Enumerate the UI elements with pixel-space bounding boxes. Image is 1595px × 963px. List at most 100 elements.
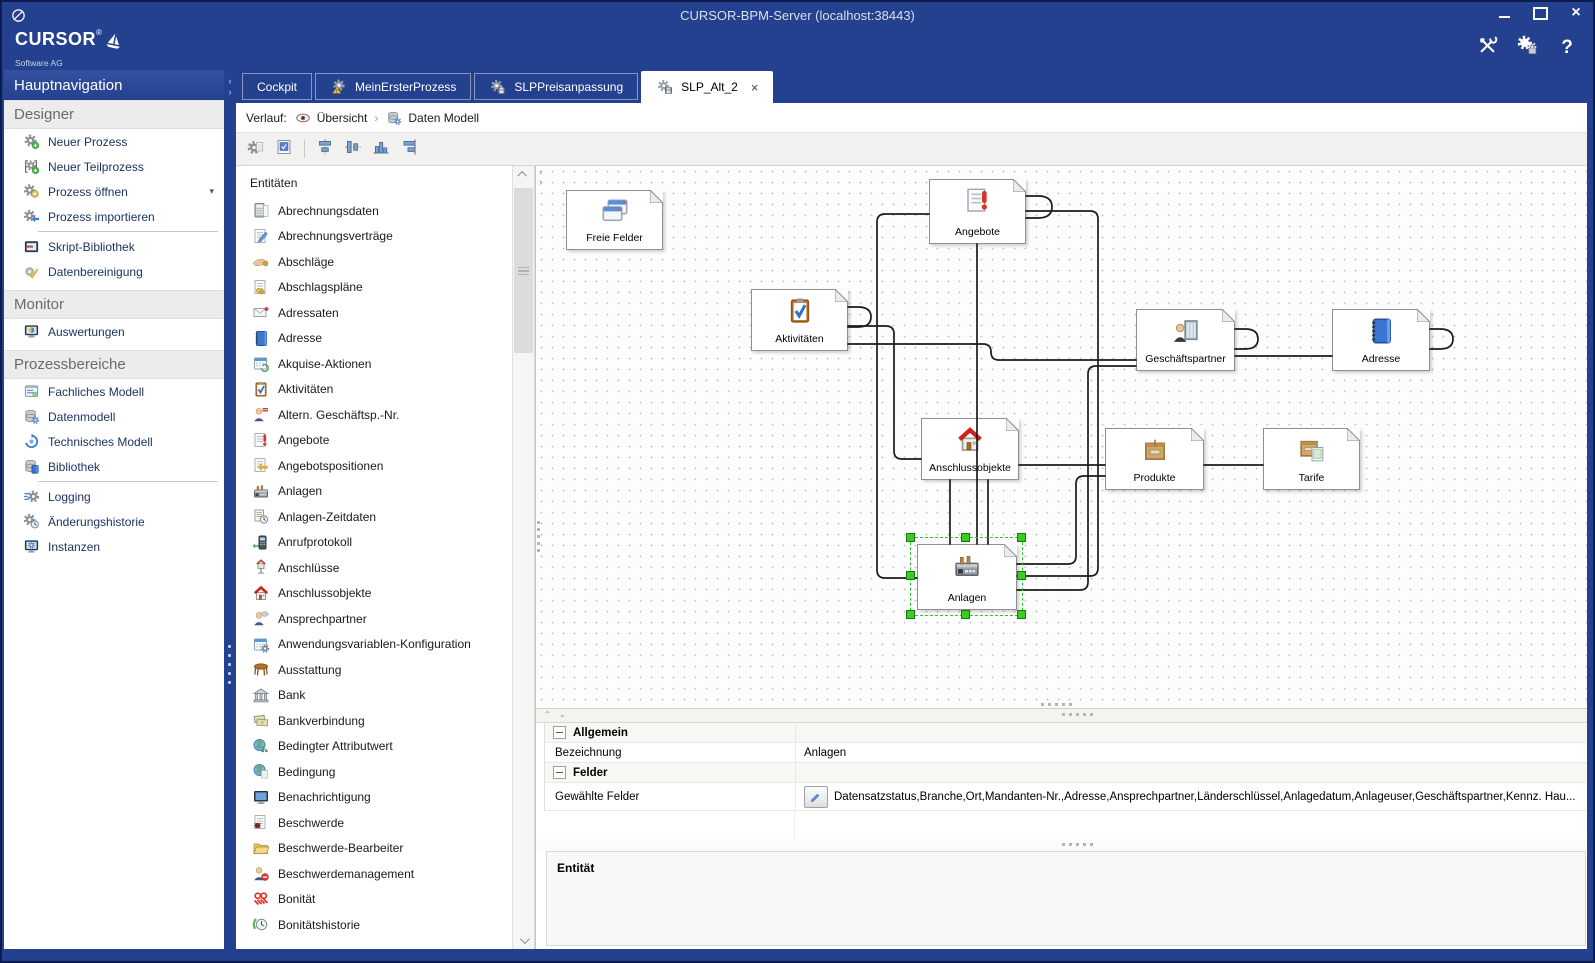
sidebar-item-prozess-öffnen[interactable]: Prozess öffnen▾: [4, 179, 224, 204]
entity-item-altern-geschäftsp-nr[interactable]: Altern. Geschäftsp.-Nr.: [236, 402, 512, 428]
sidebar-item-datenmodell[interactable]: Datenmodell: [4, 404, 224, 429]
entity-item-adressaten[interactable]: Adressaten: [236, 300, 512, 326]
entity-item-anschlussobjekte[interactable]: Anschlussobjekte: [236, 581, 512, 607]
sidebar-splitter[interactable]: ‹›: [224, 70, 236, 949]
node-adresse[interactable]: Adresse: [1332, 309, 1430, 371]
property-value-cell[interactable]: Datensatzstatus,Branche,Ort,Mandanten-Nr…: [796, 786, 1587, 808]
sidebar-item-auswertungen[interactable]: Auswertungen: [4, 319, 224, 344]
export-document-button[interactable]: [272, 137, 296, 161]
settings-button[interactable]: [1475, 36, 1499, 60]
property-value-cell[interactable]: Anlagen: [796, 747, 1587, 759]
entity-item-bonität[interactable]: Bonität: [236, 887, 512, 913]
node-tarife[interactable]: Tarife: [1263, 428, 1360, 490]
properties-splitter[interactable]: ⌃ ⌄: [536, 708, 1587, 723]
selection-handle[interactable]: [961, 533, 970, 542]
selection-handle[interactable]: [961, 610, 970, 619]
entity-item-abrechnungsdaten[interactable]: Abrechnungsdaten: [236, 198, 512, 224]
selection-handle[interactable]: [906, 610, 915, 619]
tab-slppreisanpassung[interactable]: SLPPreisanpassung: [474, 73, 638, 100]
maximize-button[interactable]: [1529, 4, 1551, 22]
entity-item-akquise-aktionen[interactable]: Akquise-Aktionen: [236, 351, 512, 377]
tab-slp-alt-2[interactable]: SLP_Alt_2×: [641, 71, 773, 103]
node-anschlussobjekte[interactable]: Anschlussobjekte: [921, 418, 1019, 480]
sidebar-item-änderungshistorie[interactable]: Änderungshistorie: [4, 509, 224, 534]
entity-item-ansprechpartner[interactable]: Ansprechpartner: [236, 606, 512, 632]
collapse-icon[interactable]: [553, 726, 566, 739]
entity-item-beschwerde-bearbeiter[interactable]: Beschwerde-Bearbeiter: [236, 836, 512, 862]
entity-item-aktivitäten[interactable]: Aktivitäten: [236, 377, 512, 403]
sidebar-item-bibliothek[interactable]: Bibliothek: [4, 454, 224, 479]
entity-item-benachrichtigung[interactable]: Benachrichtigung: [236, 785, 512, 811]
selection-handle[interactable]: [1017, 610, 1026, 619]
sidebar-item-logging[interactable]: Logging: [4, 484, 224, 509]
breadcrumb-item-daten-modell[interactable]: Daten Modell: [385, 109, 479, 127]
scroll-down-icon[interactable]: [513, 932, 534, 949]
bottom-splitter[interactable]: [536, 839, 1587, 851]
entity-item-bedingung[interactable]: Bedingung: [236, 759, 512, 785]
node-anlagen[interactable]: Anlagen: [917, 544, 1017, 610]
entity-item-anrufprotokoll[interactable]: Anrufprotokoll: [236, 530, 512, 556]
entity-item-abrechnungsverträge[interactable]: Abrechnungsverträge: [236, 224, 512, 250]
selection-handle[interactable]: [906, 571, 915, 580]
entity-item-adresse[interactable]: Adresse: [236, 326, 512, 352]
entity-item-anlagen[interactable]: Anlagen: [236, 479, 512, 505]
dropdown-caret-icon[interactable]: ▾: [209, 186, 214, 197]
entity-item-beschwerdemanagement[interactable]: Beschwerdemanagement: [236, 861, 512, 887]
sidebar-item-technisches-modell[interactable]: Technisches Modell: [4, 429, 224, 454]
sidebar-item-skript-bibliothek[interactable]: Skript-Bibliothek: [4, 234, 224, 259]
align-bottom-button[interactable]: [369, 137, 393, 161]
tab-close-icon[interactable]: ×: [751, 80, 759, 95]
align-center-vertical-button[interactable]: [313, 137, 337, 161]
collapse-chevrons-icon[interactable]: ‹›: [225, 76, 235, 98]
node-angebote[interactable]: Angebote: [929, 179, 1026, 244]
entity-item-bank[interactable]: Bank: [236, 683, 512, 709]
splitter-grip-icon[interactable]: [228, 645, 231, 684]
canvas-left-grip-icon[interactable]: [537, 521, 540, 552]
align-center-horizontal-button[interactable]: [341, 137, 365, 161]
panel-collapse-icon[interactable]: ‹›: [539, 168, 542, 188]
entity-item-angebote[interactable]: Angebote: [236, 428, 512, 454]
entity-item-bankverbindung[interactable]: Bankverbindung: [236, 708, 512, 734]
sidebar-item-neuer-prozess[interactable]: Neuer Prozess: [4, 129, 224, 154]
align-right-button[interactable]: [397, 137, 421, 161]
entity-item-bonitätshistorie[interactable]: Bonitätshistorie: [236, 912, 512, 938]
entity-item-anwendungsvariablen-konfiguration[interactable]: Anwendungsvariablen-Konfiguration: [236, 632, 512, 658]
canvas-bottom-grip-icon[interactable]: [1041, 703, 1072, 706]
edit-fields-button[interactable]: [804, 786, 828, 808]
entity-item-ausstattung[interactable]: Ausstattung: [236, 657, 512, 683]
entity-item-abschlagspläne[interactable]: Abschlagspläne: [236, 275, 512, 301]
diagram-canvas[interactable]: ‹› Freie Felder Angebote Aktivitäten Geschä…: [536, 166, 1587, 708]
scrollbar-thumb[interactable]: [514, 188, 533, 353]
close-button[interactable]: ×: [1565, 4, 1587, 22]
collapse-icon[interactable]: [553, 766, 566, 779]
node-aktivitaeten[interactable]: Aktivitäten: [751, 289, 848, 351]
node-produkte[interactable]: Produkte: [1105, 428, 1204, 490]
scroll-up-icon[interactable]: [513, 166, 534, 183]
tab-cockpit[interactable]: Cockpit: [242, 73, 312, 100]
process-settings-button[interactable]: [244, 137, 268, 161]
sidebar-item-instanzen[interactable]: Instanzen: [4, 534, 224, 559]
selection-handle[interactable]: [906, 533, 915, 542]
entity-item-beschwerde[interactable]: Beschwerde: [236, 810, 512, 836]
splitter-arrows-icon[interactable]: ⌃ ⌄: [544, 710, 569, 719]
node-freie-felder[interactable]: Freie Felder: [566, 190, 663, 250]
entity-item-angebotspositionen[interactable]: Angebotspositionen: [236, 453, 512, 479]
selection-handle[interactable]: [1017, 533, 1026, 542]
sidebar-item-datenbereinigung[interactable]: Datenbereinigung: [4, 259, 224, 284]
entity-item-bedingter-attributwert[interactable]: Bedingter Attributwert: [236, 734, 512, 760]
sidebar-item-fachliches-modell[interactable]: Fachliches Modell: [4, 379, 224, 404]
page-fold-icon: [1222, 309, 1235, 327]
tab-meinersterprozess[interactable]: MeinErsterProzess: [315, 73, 471, 100]
entity-item-anschlüsse[interactable]: Anschlüsse: [236, 555, 512, 581]
entity-item-anlagen-zeitdaten[interactable]: Anlagen-Zeitdaten: [236, 504, 512, 530]
minimize-button[interactable]: [1493, 4, 1515, 22]
help-button[interactable]: ?: [1555, 36, 1579, 60]
administration-button[interactable]: [1515, 36, 1539, 60]
sidebar-item-neuer-teilprozess[interactable]: Neuer Teilprozess: [4, 154, 224, 179]
selection-handle[interactable]: [1017, 571, 1026, 580]
sidebar-item-prozess-importieren[interactable]: Prozess importieren: [4, 204, 224, 229]
entity-item-abschläge[interactable]: Abschläge: [236, 249, 512, 275]
breadcrumb-item-übersicht[interactable]: Übersicht: [294, 109, 368, 127]
node-geschaeftspartner[interactable]: Geschäftspartner: [1136, 309, 1235, 371]
entity-scrollbar[interactable]: [512, 166, 535, 949]
